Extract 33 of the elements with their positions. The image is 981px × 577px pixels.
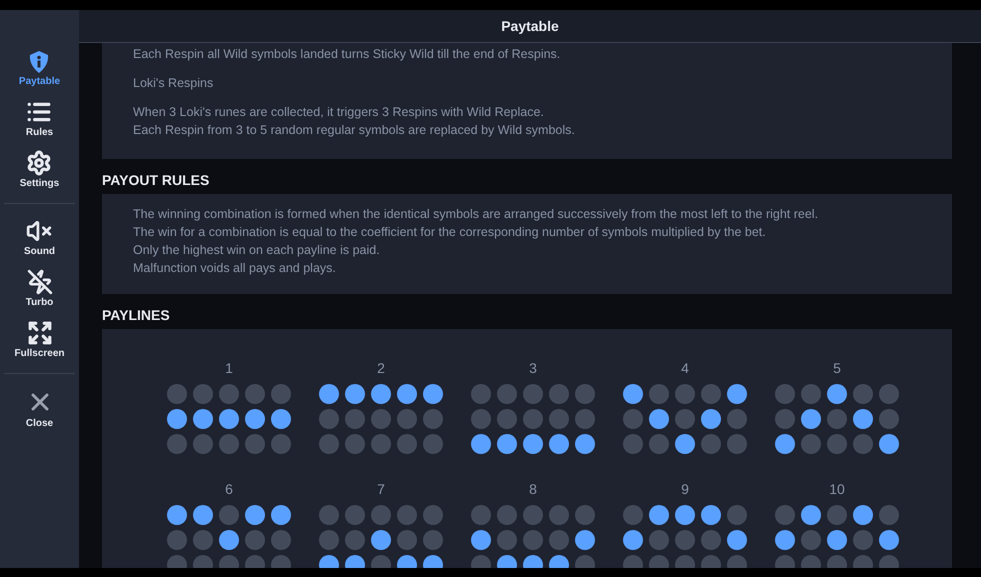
sidebar-item[interactable]: Turbo xyxy=(26,269,54,308)
rule-text: The win for a combination is equal to the coefficient for the corresponding number of symbols multiplied by the bet. xyxy=(133,224,767,241)
payline-number: 10 xyxy=(829,480,845,498)
payline-number: 6 xyxy=(225,480,233,498)
rule-text: When 3 Loki's runes are collected, it triggers 3 Respins with Wild Replace. xyxy=(133,104,545,121)
sidebar-item[interactable]: Settings xyxy=(20,150,60,189)
payline-number: 9 xyxy=(681,480,689,498)
settings-icon xyxy=(26,150,52,176)
lightning-off-icon xyxy=(26,269,52,295)
sidebar-item[interactable]: Close xyxy=(26,388,54,429)
window-title: Paytable xyxy=(501,18,559,34)
rule-text: Each Respin from 3 to 5 random regular symbols are replaced by Wild symbols. xyxy=(133,122,576,139)
rule-text: Each Respin all Wild symbols landed turns Sticky Wild till the end of Respins. xyxy=(133,46,562,63)
payline-number: 2 xyxy=(377,359,385,377)
info-icon xyxy=(28,50,50,74)
rule-text: Malfunction voids all pays and plays. xyxy=(133,260,337,277)
fullscreen-icon xyxy=(26,320,52,346)
sidebar-item[interactable]: Fullscreen xyxy=(14,320,65,359)
payline-number: 4 xyxy=(681,359,689,377)
sidebar-item[interactable]: Sound xyxy=(24,218,56,257)
sidebar-item[interactable]: Rules xyxy=(26,99,54,138)
speaker-muted-icon xyxy=(26,218,52,244)
rule-text: Only the highest win on each payline is paid. xyxy=(133,242,381,259)
section-title: PAYOUT RULES xyxy=(102,171,210,190)
payline-number: 5 xyxy=(833,359,841,377)
section-title: PAYLINES xyxy=(102,306,171,325)
payline-number: 8 xyxy=(529,480,537,498)
rule-text: The winning combination is formed when the identical symbols are arranged successively from the most left to the right reel. xyxy=(133,206,820,223)
rule-text: Loki's Respins xyxy=(133,75,214,92)
payline-number: 1 xyxy=(225,359,233,377)
payline-number: 7 xyxy=(377,480,385,498)
payline-number: 3 xyxy=(529,359,537,377)
sidebar-item[interactable]: Paytable xyxy=(18,50,60,87)
